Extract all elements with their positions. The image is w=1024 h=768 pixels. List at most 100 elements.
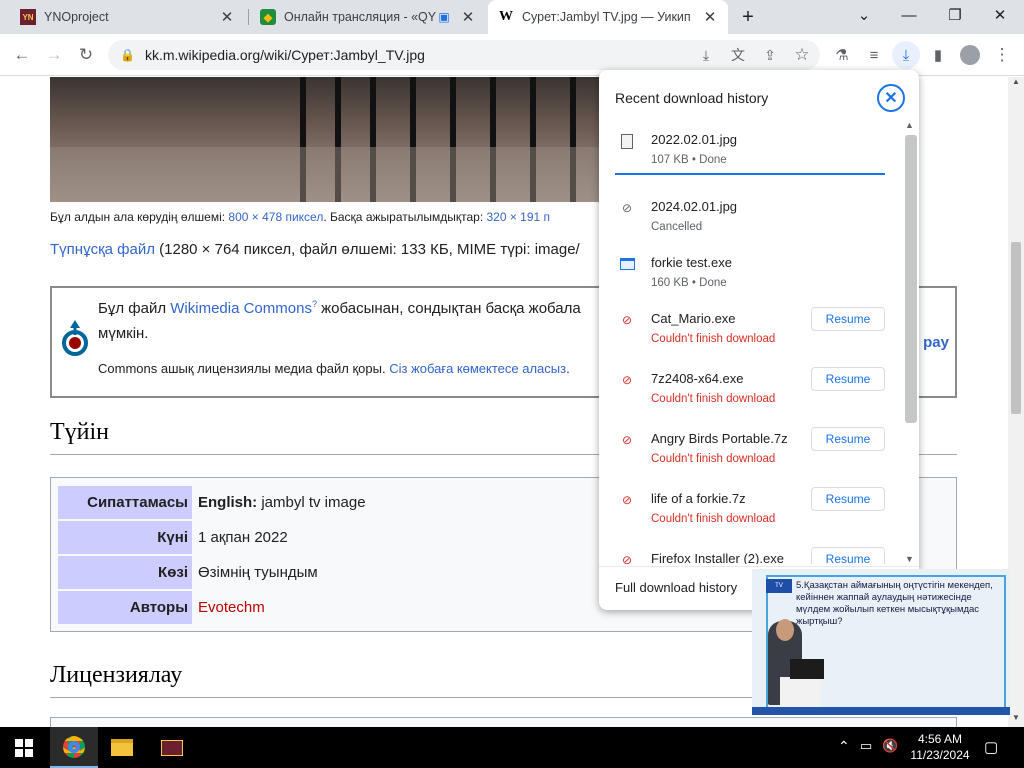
resume-button[interactable]: Resume [811,367,885,391]
file-name[interactable]: forkie test.exe [651,255,732,270]
tab-wikipedia[interactable]: W Сурет:Jambyl TV.jpg — Уикип ✕ [488,0,728,34]
forward-button[interactable]: → [40,41,68,69]
scroll-down-arrow-icon[interactable]: ▼ [905,554,914,564]
preview-label: Бұл алдын ала көрудің өлшемі: [50,210,229,224]
tab-ynoproject[interactable]: YN YNOproject ✕ [10,0,245,34]
description-key: Сипаттамасы [58,486,192,519]
minimize-button[interactable]: — [887,0,931,30]
translate-icon[interactable]: 文 [724,41,752,69]
download-item[interactable]: ⊘ 2024.02.01.jpg Cancelled [599,193,903,253]
url-text[interactable]: kk.m.wikipedia.org/wiki/Сурет:Jambyl_TV.… [145,47,425,63]
download-item[interactable]: ⊘ 7z2408-x64.exe Couldn't finish downloa… [599,365,903,425]
file-preview-image[interactable] [50,77,610,202]
commons-help-link[interactable]: Сіз жобаға көмектесе аласыз [389,361,566,376]
tab-label: Сурет:Jambyl TV.jpg — Уикип [522,10,691,24]
menu-kebab-icon[interactable]: ⋮ [988,41,1016,69]
cancelled-file-icon: ⊘ [621,201,633,215]
original-file-info: (1280 × 764 пиксел, файл өлшемі: 133 КБ,… [154,241,580,258]
labs-flask-icon[interactable]: ⚗ [828,41,856,69]
tray-chevron-icon[interactable]: ⌃ [838,738,850,755]
description-value: English: jambyl tv image [198,486,366,519]
tab-stream[interactable]: ◆ Онлайн трансляция - «QY2 ▣ ✕ [250,0,486,34]
ynoproject-taskbar-icon[interactable] [148,727,196,768]
exe-file-icon [619,255,635,273]
file-explorer-icon[interactable] [98,727,146,768]
commons-description: Commons ашық лицензиялы медиа файл қоры. [98,361,390,376]
restore-button[interactable]: ❐ [933,0,977,30]
file-name[interactable]: 7z2408-x64.exe [651,371,744,386]
bookmark-star-icon[interactable]: ☆ [788,41,816,69]
install-app-icon[interactable]: ⤓ [692,41,720,69]
close-icon[interactable]: ✕ [702,8,718,26]
video-question-text: 5.Қазақстан аймағының оңтүстігін мекенде… [796,580,993,627]
share-icon[interactable]: ⇪ [756,41,784,69]
windows-start-icon[interactable] [0,727,48,768]
file-name[interactable]: 2024.02.01.jpg [651,199,737,214]
download-list: 2022.02.01.jpg 107 KB • Done ⊘ 2024.02.0… [599,118,903,564]
network-icon[interactable]: ▭ [860,738,872,754]
author-link[interactable]: Evotechm [198,591,265,624]
profile-avatar-icon[interactable] [956,41,984,69]
side-panel-icon[interactable]: ▮ [924,41,952,69]
lock-icon[interactable]: 🔒 [120,48,135,62]
resume-button[interactable]: Resume [811,487,885,511]
resume-button[interactable]: Resume [811,547,885,564]
commons-link[interactable]: Wikimedia Commons [170,300,312,317]
file-name[interactable]: Cat_Mario.exe [651,311,736,326]
download-item[interactable]: 2022.02.01.jpg 107 KB • Done [599,126,903,186]
scroll-up-arrow-icon[interactable]: ▲ [905,120,914,130]
stream-favicon: ◆ [260,9,276,25]
close-icon[interactable]: ✕ [460,8,476,26]
file-name[interactable]: Angry Birds Portable.7z [651,431,788,446]
scroll-down-arrow-icon[interactable]: ▼ [1012,713,1020,722]
original-file-link[interactable]: Түпнұсқа файл [50,241,155,258]
other-resolution-link[interactable]: 320 × 191 п [486,210,550,224]
tab-strip: YN YNOproject ✕ ◆ Онлайн трансляция - «Q… [0,0,1024,34]
resume-button[interactable]: Resume [811,307,885,331]
picture-in-picture-icon: ▣ [438,10,450,24]
file-name[interactable]: 2022.02.01.jpg [651,132,737,147]
close-icon[interactable]: ✕ [219,8,235,26]
download-item[interactable]: forkie test.exe 160 KB • Done [599,249,903,309]
file-name[interactable]: life of a forkie.7z [651,491,746,506]
failed-file-icon: ⊘ [621,553,633,564]
scrollbar-thumb[interactable] [905,135,917,423]
tab-search-chevron-icon[interactable]: ⌄ [842,0,886,30]
windows-taskbar: ⌃ ▭ 🔇 4:56 AM 11/23/2024 ▢ [0,727,1024,768]
commons-text: Бұл файл [98,300,171,317]
commons-more-link[interactable]: рау [923,334,949,351]
reading-list-icon[interactable]: ≡ [860,41,888,69]
file-status: 107 KB • Done [651,154,727,166]
image-file-icon [619,132,635,150]
scrollbar-thumb[interactable] [1011,242,1021,414]
other-resolutions-label: . Басқа ажыратылымдықтар: [323,210,487,224]
full-history-link[interactable]: Full download history [615,580,737,595]
scroll-up-arrow-icon[interactable]: ▲ [1012,77,1020,86]
download-item[interactable]: ⊘ Angry Birds Portable.7z Couldn't finis… [599,425,903,485]
chrome-taskbar-icon[interactable] [50,727,98,768]
notifications-icon[interactable]: ▢ [984,738,998,756]
page-scrollbar[interactable]: ▲ ▼ [1008,77,1024,727]
date-key: Күні [58,521,192,554]
download-list-scrollbar[interactable]: ▲ ▼ [903,120,917,566]
picture-in-picture-video[interactable]: TV 5.Қазақстан аймағының оңтүстігін меке… [752,569,1010,715]
resume-button[interactable]: Resume [811,427,885,451]
download-item[interactable]: ⊘ Cat_Mario.exe Couldn't finish download… [599,305,903,365]
download-item[interactable]: ⊘ Firefox Installer (2).exe Resume [599,545,903,564]
taskbar-clock[interactable]: 4:56 AM 11/23/2024 [904,731,976,763]
preview-size-link[interactable]: 800 × 478 пиксел [228,210,323,224]
source-value: Өзімнің туындым [198,564,318,581]
date-value: 1 ақпан 2022 [198,529,288,546]
new-tab-button[interactable]: + [734,3,762,31]
download-item[interactable]: ⊘ life of a forkie.7z Couldn't finish do… [599,485,903,545]
file-name[interactable]: Firefox Installer (2).exe [651,551,784,564]
close-window-button[interactable]: ✕ [978,0,1022,30]
volume-muted-icon[interactable]: 🔇 [882,738,898,754]
downloads-icon[interactable]: ⤓ [892,41,920,69]
video-stage-base [752,707,1010,715]
license-box [50,717,957,727]
back-button[interactable]: ← [8,41,36,69]
reload-button[interactable]: ↻ [72,41,100,69]
close-downloads-button[interactable]: ✕ [877,84,905,112]
commons-text-line1: Бұл файл Wikimedia Commons? жобасынан, с… [98,299,581,317]
